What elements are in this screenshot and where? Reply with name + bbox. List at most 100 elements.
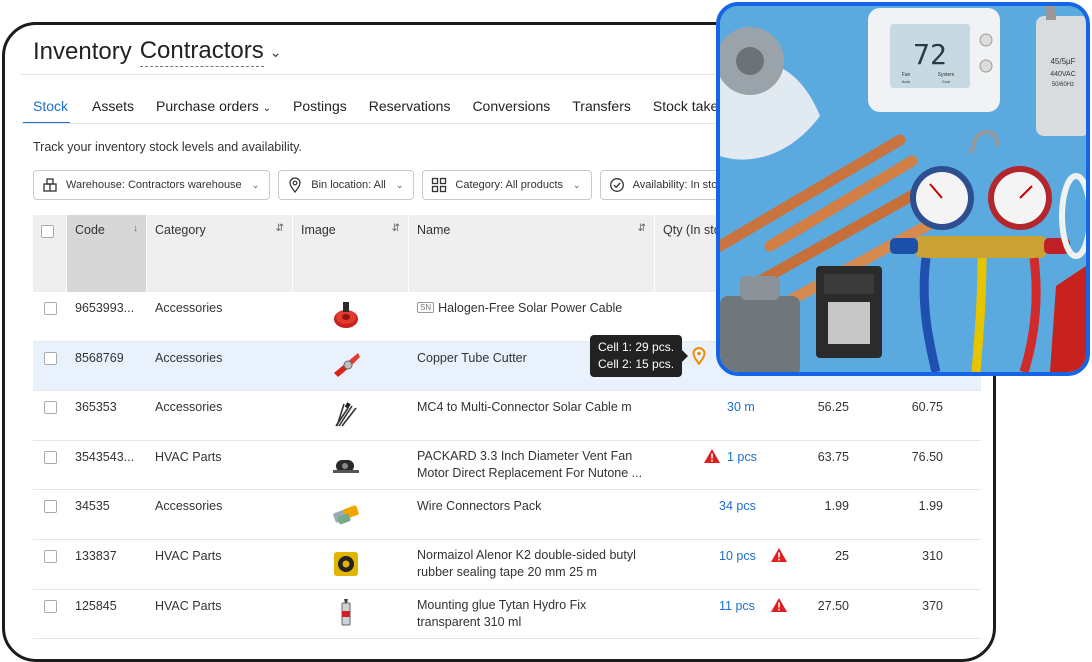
tab-conversions[interactable]: Conversions bbox=[472, 98, 550, 124]
table-row[interactable]: 34535 Accessories Wire Connectors Pack 3… bbox=[33, 490, 981, 540]
column-code[interactable]: Code ↓ bbox=[67, 215, 147, 292]
tab-transfers[interactable]: Transfers bbox=[572, 98, 631, 124]
row-qty[interactable]: 11 pcs bbox=[719, 599, 755, 613]
table-row[interactable]: 125845 HVAC Parts Mounting glue Tytan Hy… bbox=[33, 590, 981, 640]
row-qty[interactable]: 1 pcs bbox=[727, 450, 757, 464]
column-category[interactable]: Category ⇵ bbox=[147, 215, 293, 292]
row-price: 60.75 bbox=[911, 400, 943, 415]
row-price: 310 bbox=[922, 548, 943, 563]
location-pin-icon[interactable] bbox=[692, 347, 706, 365]
row-category: HVAC Parts bbox=[155, 548, 222, 563]
category-filter-label: Category: All products bbox=[455, 179, 564, 191]
row-price: 76.50 bbox=[911, 449, 943, 464]
column-code-label: Code bbox=[75, 223, 105, 237]
row-cost: 1.99 bbox=[824, 499, 849, 514]
row-category: Accessories bbox=[155, 400, 223, 415]
row-checkbox[interactable] bbox=[44, 599, 57, 613]
warning-icon[interactable] bbox=[704, 448, 720, 463]
category-filter[interactable]: Category: All products ⌄ bbox=[422, 170, 592, 200]
row-name-line2: transparent 310 ml bbox=[417, 614, 522, 629]
row-name[interactable]: Copper Tube Cutter bbox=[417, 351, 527, 365]
bin-location-filter[interactable]: Bin location: All ⌄ bbox=[278, 170, 415, 200]
tab-reservations[interactable]: Reservations bbox=[369, 98, 451, 124]
location-pin-icon bbox=[289, 177, 301, 193]
row-code: 34535 bbox=[75, 499, 110, 514]
capacitor-voltage: 440VAC bbox=[1050, 71, 1076, 78]
row-name[interactable]: Wire Connectors Pack bbox=[417, 499, 541, 513]
row-category: Accessories bbox=[155, 499, 223, 514]
row-checkbox[interactable] bbox=[44, 401, 57, 415]
product-image-wire-connectors[interactable] bbox=[330, 497, 362, 529]
thermostat-fan-mode: Auto bbox=[902, 79, 911, 84]
row-name[interactable]: PACKARD 3.3 Inch Diameter Vent Fan Motor… bbox=[417, 448, 642, 482]
product-image-cable-reel[interactable] bbox=[330, 299, 362, 331]
row-name[interactable]: Normaizol Alenor K2 double-sided butyl r… bbox=[417, 547, 636, 581]
sort-icon[interactable]: ⇵ bbox=[392, 223, 400, 234]
row-qty[interactable]: 10 pcs bbox=[719, 549, 756, 563]
row-qty[interactable]: 30 m bbox=[727, 400, 755, 414]
tab-purchase-orders[interactable]: Purchase orders ⌄ bbox=[156, 98, 271, 124]
row-code: 133837 bbox=[75, 548, 117, 563]
select-all-cell bbox=[33, 215, 67, 292]
column-name[interactable]: Name ⇵ bbox=[409, 215, 655, 292]
row-category: Accessories bbox=[155, 350, 223, 365]
page-title[interactable]: Inventory Contractors ⌄ bbox=[33, 37, 282, 67]
row-name[interactable]: MC4 to Multi-Connector Solar Cable m bbox=[417, 400, 632, 414]
chevron-down-icon: ⌄ bbox=[262, 103, 272, 114]
chevron-down-icon[interactable]: ⌄ bbox=[270, 44, 282, 61]
row-name-line1: Normaizol Alenor K2 double-sided butyl bbox=[417, 547, 636, 562]
row-qty[interactable]: 34 pcs bbox=[719, 499, 756, 513]
row-name-line1: PACKARD 3.3 Inch Diameter Vent Fan bbox=[417, 448, 633, 463]
row-checkbox[interactable] bbox=[44, 302, 57, 315]
thermostat-fan-label: Fan bbox=[902, 72, 911, 78]
bin-stock-tooltip: Cell 1: 29 pcs. Cell 2: 15 pcs. bbox=[590, 335, 689, 377]
hvac-tools-illustration: 72 Fan Auto System Cool 45/5µF 440VAC 50… bbox=[720, 6, 1086, 372]
title-warehouse-name[interactable]: Contractors bbox=[139, 37, 264, 67]
sort-icon[interactable]: ⇵ bbox=[276, 223, 284, 234]
row-name-line2: Motor Direct Replacement For Nutone ... bbox=[417, 465, 643, 480]
tab-postings[interactable]: Postings bbox=[293, 98, 347, 124]
bin-location-label: Bin location: All bbox=[311, 179, 386, 191]
product-image-solar-cable[interactable] bbox=[330, 398, 362, 430]
sort-descending-icon[interactable]: ↓ bbox=[133, 223, 138, 234]
row-cost: 25 bbox=[835, 548, 849, 563]
table-row[interactable]: 365353 Accessories MC4 to Multi-Connecto… bbox=[33, 391, 981, 441]
column-image-label: Image bbox=[301, 223, 336, 237]
thermostat-system-label: System bbox=[938, 72, 955, 78]
row-code: 8568769 bbox=[75, 350, 124, 365]
row-cost: 27.50 bbox=[817, 598, 849, 613]
tab-bar: Stock Assets Purchase orders ⌄ Postings … bbox=[23, 98, 747, 124]
row-checkbox[interactable] bbox=[44, 450, 57, 464]
column-image[interactable]: Image ⇵ bbox=[293, 215, 409, 292]
row-code: 3543543... bbox=[75, 449, 135, 464]
row-price: 1.99 bbox=[918, 499, 943, 514]
row-name[interactable]: SN Halogen-Free Solar Power Cable bbox=[417, 301, 622, 315]
row-checkbox[interactable] bbox=[44, 549, 57, 563]
tab-stock[interactable]: Stock bbox=[23, 98, 71, 124]
row-category: HVAC Parts bbox=[155, 598, 222, 613]
product-image-fan-motor[interactable] bbox=[330, 448, 362, 480]
tab-assets[interactable]: Assets bbox=[92, 98, 134, 124]
row-code: 9653993... bbox=[75, 301, 135, 315]
product-image-tube-cutter[interactable] bbox=[330, 349, 362, 381]
table-row[interactable]: 133837 HVAC Parts Normaizol Alenor K2 do… bbox=[33, 540, 981, 590]
title-inventory: Inventory bbox=[33, 38, 132, 65]
select-all-checkbox[interactable] bbox=[41, 225, 54, 238]
row-cost: 56.25 bbox=[817, 400, 849, 415]
row-checkbox[interactable] bbox=[44, 351, 57, 365]
row-name[interactable]: Mounting glue Tytan Hydro Fix transparen… bbox=[417, 597, 586, 631]
product-image-glue-tube[interactable] bbox=[330, 597, 362, 629]
row-category: Accessories bbox=[155, 301, 223, 315]
row-category: HVAC Parts bbox=[155, 449, 222, 464]
row-cost: 63.75 bbox=[817, 449, 849, 464]
grid-icon bbox=[432, 177, 447, 193]
warehouse-filter[interactable]: Warehouse: Contractors warehouse ⌄ bbox=[33, 170, 271, 200]
capacitor-frequency: 50/60Hz bbox=[1052, 82, 1074, 88]
warehouse-filter-label: Warehouse: Contractors warehouse bbox=[66, 179, 242, 191]
product-image-sealing-tape[interactable] bbox=[330, 547, 362, 579]
tab-stock-takes[interactable]: Stock takes bbox=[653, 98, 725, 124]
sort-icon[interactable]: ⇵ bbox=[638, 223, 646, 234]
tab-purchase-orders-label: Purchase orders bbox=[156, 98, 259, 114]
table-row[interactable]: 3543543... HVAC Parts PACKARD 3.3 Inch D… bbox=[33, 441, 981, 491]
row-checkbox[interactable] bbox=[44, 500, 57, 514]
